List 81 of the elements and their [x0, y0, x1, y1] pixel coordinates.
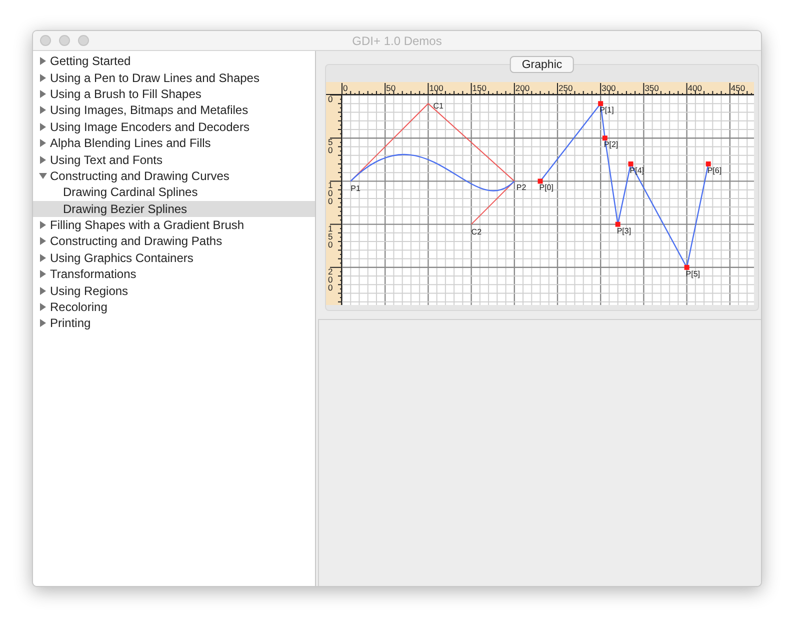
ruler-label: 0 [343, 83, 348, 93]
collapsed-triangle-icon[interactable] [39, 90, 47, 98]
collapsed-triangle-icon[interactable] [39, 319, 47, 328]
point-marker [538, 178, 543, 184]
tree-item[interactable]: Using Text and Fonts [33, 151, 315, 168]
tree-item-label: Using Regions [50, 284, 128, 298]
point-marker [684, 264, 690, 270]
tree-item[interactable]: Recoloring [33, 298, 315, 316]
point-label: P[0] [539, 183, 554, 192]
ruler-label: 50 [386, 83, 396, 93]
tree-item[interactable]: Drawing Cardinal Splines [33, 184, 315, 201]
point-label: P[3] [616, 226, 632, 236]
point-label: P[5] [686, 269, 700, 278]
tree-item-label: Using a Brush to Fill Shapes [50, 86, 202, 101]
point-marker [602, 136, 608, 141]
tree-item[interactable]: Using Graphics Containers [33, 250, 315, 266]
ruler-label: 450 [730, 83, 746, 93]
ruler-label: 350 [644, 83, 659, 93]
ruler-label: 150 [328, 223, 333, 250]
tree-item-label: Using a Pen to Draw Lines and Shapes [50, 70, 260, 85]
point-label: P1 [350, 184, 360, 194]
point-label: C1 [433, 102, 444, 111]
tree-item-label: Drawing Bezier Splines [63, 202, 188, 216]
collapsed-triangle-icon[interactable] [39, 106, 47, 114]
ruler-label: 100 [429, 83, 444, 93]
ruler-label: 250 [558, 83, 573, 93]
collapsed-triangle-icon[interactable] [39, 270, 47, 278]
tree-item[interactable]: Drawing Bezier Splines [33, 200, 315, 217]
tree-item-label: Alpha Blending Lines and Fills [50, 136, 211, 150]
tree-item[interactable]: Constructing and Drawing Paths [33, 233, 315, 250]
collapsed-triangle-icon[interactable] [39, 254, 47, 262]
tree-item-label: Using Image Encoders and Decoders [50, 120, 250, 134]
point-label: C2 [471, 227, 482, 236]
tree-item-label: Using Graphics Containers [50, 250, 194, 265]
tree-item-label: Recoloring [50, 300, 108, 314]
point-marker [615, 222, 620, 227]
collapsed-triangle-icon[interactable] [39, 139, 47, 148]
tree-item-label: Using Text and Fonts [50, 152, 163, 167]
tree-item[interactable]: Constructing and Drawing Curves [33, 168, 315, 184]
collapsed-triangle-icon[interactable] [39, 122, 47, 131]
collapsed-triangle-icon[interactable] [39, 221, 47, 230]
point-label: P[6] [707, 166, 722, 175]
collapsed-triangle-icon[interactable] [39, 286, 47, 295]
tree-item[interactable]: Using a Brush to Fill Shapes [33, 86, 315, 102]
tree-item-label: Constructing and Drawing Curves [50, 168, 230, 183]
window-title: GDI+ 1.0 Demos [352, 34, 442, 48]
tree-item[interactable]: Using Images, Bitmaps and Metafiles [33, 102, 315, 119]
tree-item-label: Transformations [50, 267, 136, 282]
point-marker [628, 161, 634, 166]
collapsed-triangle-icon[interactable] [39, 156, 47, 164]
ruler-label: 100 [328, 180, 333, 206]
collapsed-triangle-icon[interactable] [39, 303, 47, 312]
tree-item[interactable]: Alpha Blending Lines and Fills [33, 134, 315, 152]
tree-item-label: Filling Shapes with a Gradient Brush [50, 218, 244, 232]
ruler-label: 200 [515, 83, 530, 93]
tree-item-label: Using Images, Bitmaps and Metafiles [50, 103, 248, 118]
tree-item[interactable]: Filling Shapes with a Gradient Brush [33, 216, 315, 234]
point-marker [598, 101, 604, 106]
tab-button[interactable]: Graphic [510, 56, 574, 73]
tree-item-label: Printing [50, 316, 91, 330]
ruler-label: 150 [472, 83, 486, 93]
tree-item-label: Getting Started [50, 54, 131, 68]
expanded-triangle-icon[interactable] [39, 172, 47, 180]
ruler-label: 0 [328, 94, 333, 104]
tree-item[interactable]: Using a Pen to Draw Lines and Shapes [33, 69, 315, 86]
tree-item[interactable]: Using Regions [33, 282, 315, 299]
collapsed-triangle-icon[interactable] [39, 57, 47, 66]
ruler-label: 200 [328, 266, 333, 292]
tree-item[interactable]: Printing [33, 315, 315, 332]
tree-item[interactable]: Using Image Encoders and Decoders [33, 118, 315, 135]
ruler-label: 400 [688, 83, 702, 93]
tree-item[interactable]: Getting Started [33, 53, 315, 70]
tree-item-label: Constructing and Drawing Paths [50, 234, 222, 248]
tree-item[interactable]: Transformations [33, 266, 315, 282]
ruler-label: 50 [328, 137, 333, 156]
ruler-label: 300 [602, 83, 616, 93]
point-marker [706, 161, 711, 166]
point-label: P2 [516, 183, 526, 192]
tree-item-label: Drawing Cardinal Splines [63, 185, 198, 200]
collapsed-triangle-icon[interactable] [39, 237, 47, 246]
collapsed-triangle-icon[interactable] [39, 74, 47, 82]
